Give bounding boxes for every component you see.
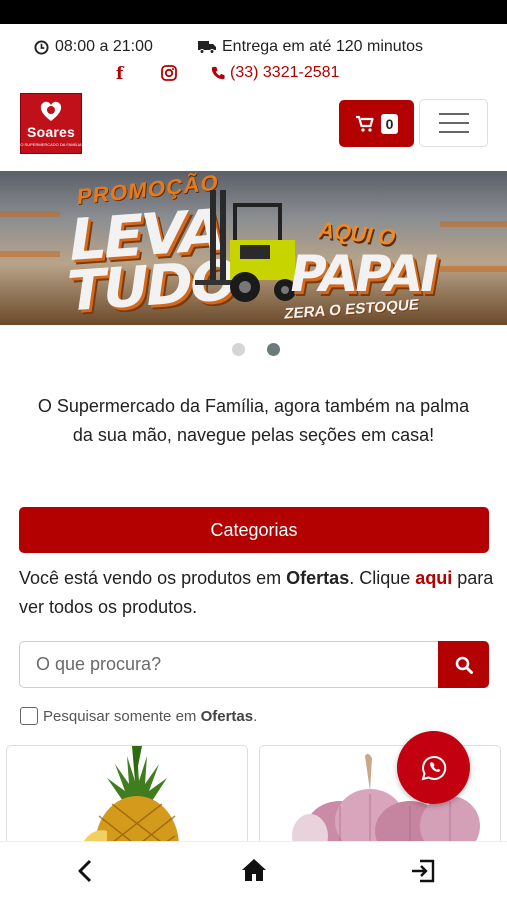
whatsapp-icon [421, 755, 446, 780]
search-only-offers[interactable]: Pesquisar somente em Ofertas. [20, 707, 257, 725]
viewing-prefix: Você está vendo os produtos em [19, 568, 287, 588]
store-tagline: O Supermercado da Família, agora também … [37, 396, 470, 445]
info-row: 08:00 a 21:00 Entrega em até 120 minutos [0, 36, 507, 60]
delivery-info: Entrega em até 120 minutos [198, 38, 423, 56]
cart-button[interactable]: 0 [339, 100, 414, 147]
store-logo[interactable]: Soares O SUPERMERCADO DA FAMÍLIA [20, 93, 82, 154]
hamburger-menu-button[interactable] [419, 99, 488, 147]
back-icon[interactable] [76, 859, 94, 888]
carousel-indicators [232, 343, 280, 356]
opening-hours: 08:00 a 21:00 [34, 38, 153, 56]
viewing-middle: . Clique [349, 568, 416, 588]
search-icon [455, 656, 473, 674]
logo-tagline: O SUPERMERCADO DA FAMÍLIA [20, 142, 82, 147]
logo-emblem-icon [40, 101, 62, 121]
banner-papai: PAPAI [284, 245, 441, 303]
only-offers-checkbox[interactable] [20, 707, 38, 725]
whatsapp-button[interactable] [397, 731, 470, 804]
categories-button[interactable]: Categorias [19, 507, 489, 553]
truck-icon [198, 41, 216, 54]
hamburger-icon-line [438, 113, 469, 115]
search-button[interactable] [438, 641, 489, 688]
phone-text: (33) 3321-2581 [230, 64, 340, 81]
viewing-notice: Você está vendo os produtos em Ofertas. … [19, 564, 494, 622]
delivery-text: Entrega em até 120 minutos [222, 38, 424, 55]
search-bar [19, 641, 489, 688]
product-card[interactable] [6, 745, 248, 855]
bottom-nav [0, 841, 507, 900]
instagram-icon[interactable] [161, 65, 177, 86]
pineapple-image [77, 746, 179, 854]
carousel-dot-2[interactable] [267, 343, 280, 356]
hamburger-icon-line [438, 131, 469, 133]
carousel-dot-1[interactable] [232, 343, 245, 356]
social-row: f (33) 3321-2581 [0, 63, 507, 85]
phone-link[interactable]: (33) 3321-2581 [211, 64, 339, 82]
facebook-icon[interactable]: f [116, 64, 123, 84]
clock-icon [34, 39, 49, 55]
phone-icon [211, 66, 225, 80]
view-all-link[interactable]: aqui [415, 568, 452, 588]
cart-count-badge: 0 [380, 113, 399, 134]
status-bar [0, 0, 507, 24]
search-input[interactable] [19, 641, 438, 688]
exit-icon[interactable] [410, 859, 436, 888]
home-icon[interactable] [241, 858, 267, 887]
promo-banner[interactable]: PROMOÇÃO LEVA TUDO AQUI O PAPAI ZERA O E… [0, 171, 507, 325]
hours-text: 08:00 a 21:00 [55, 38, 153, 55]
viewing-section: Ofertas [286, 568, 350, 588]
logo-name: Soares [27, 124, 75, 140]
cart-icon [355, 115, 374, 132]
hamburger-icon-line [438, 122, 469, 124]
only-offers-label: Pesquisar somente em Ofertas. [43, 707, 258, 725]
